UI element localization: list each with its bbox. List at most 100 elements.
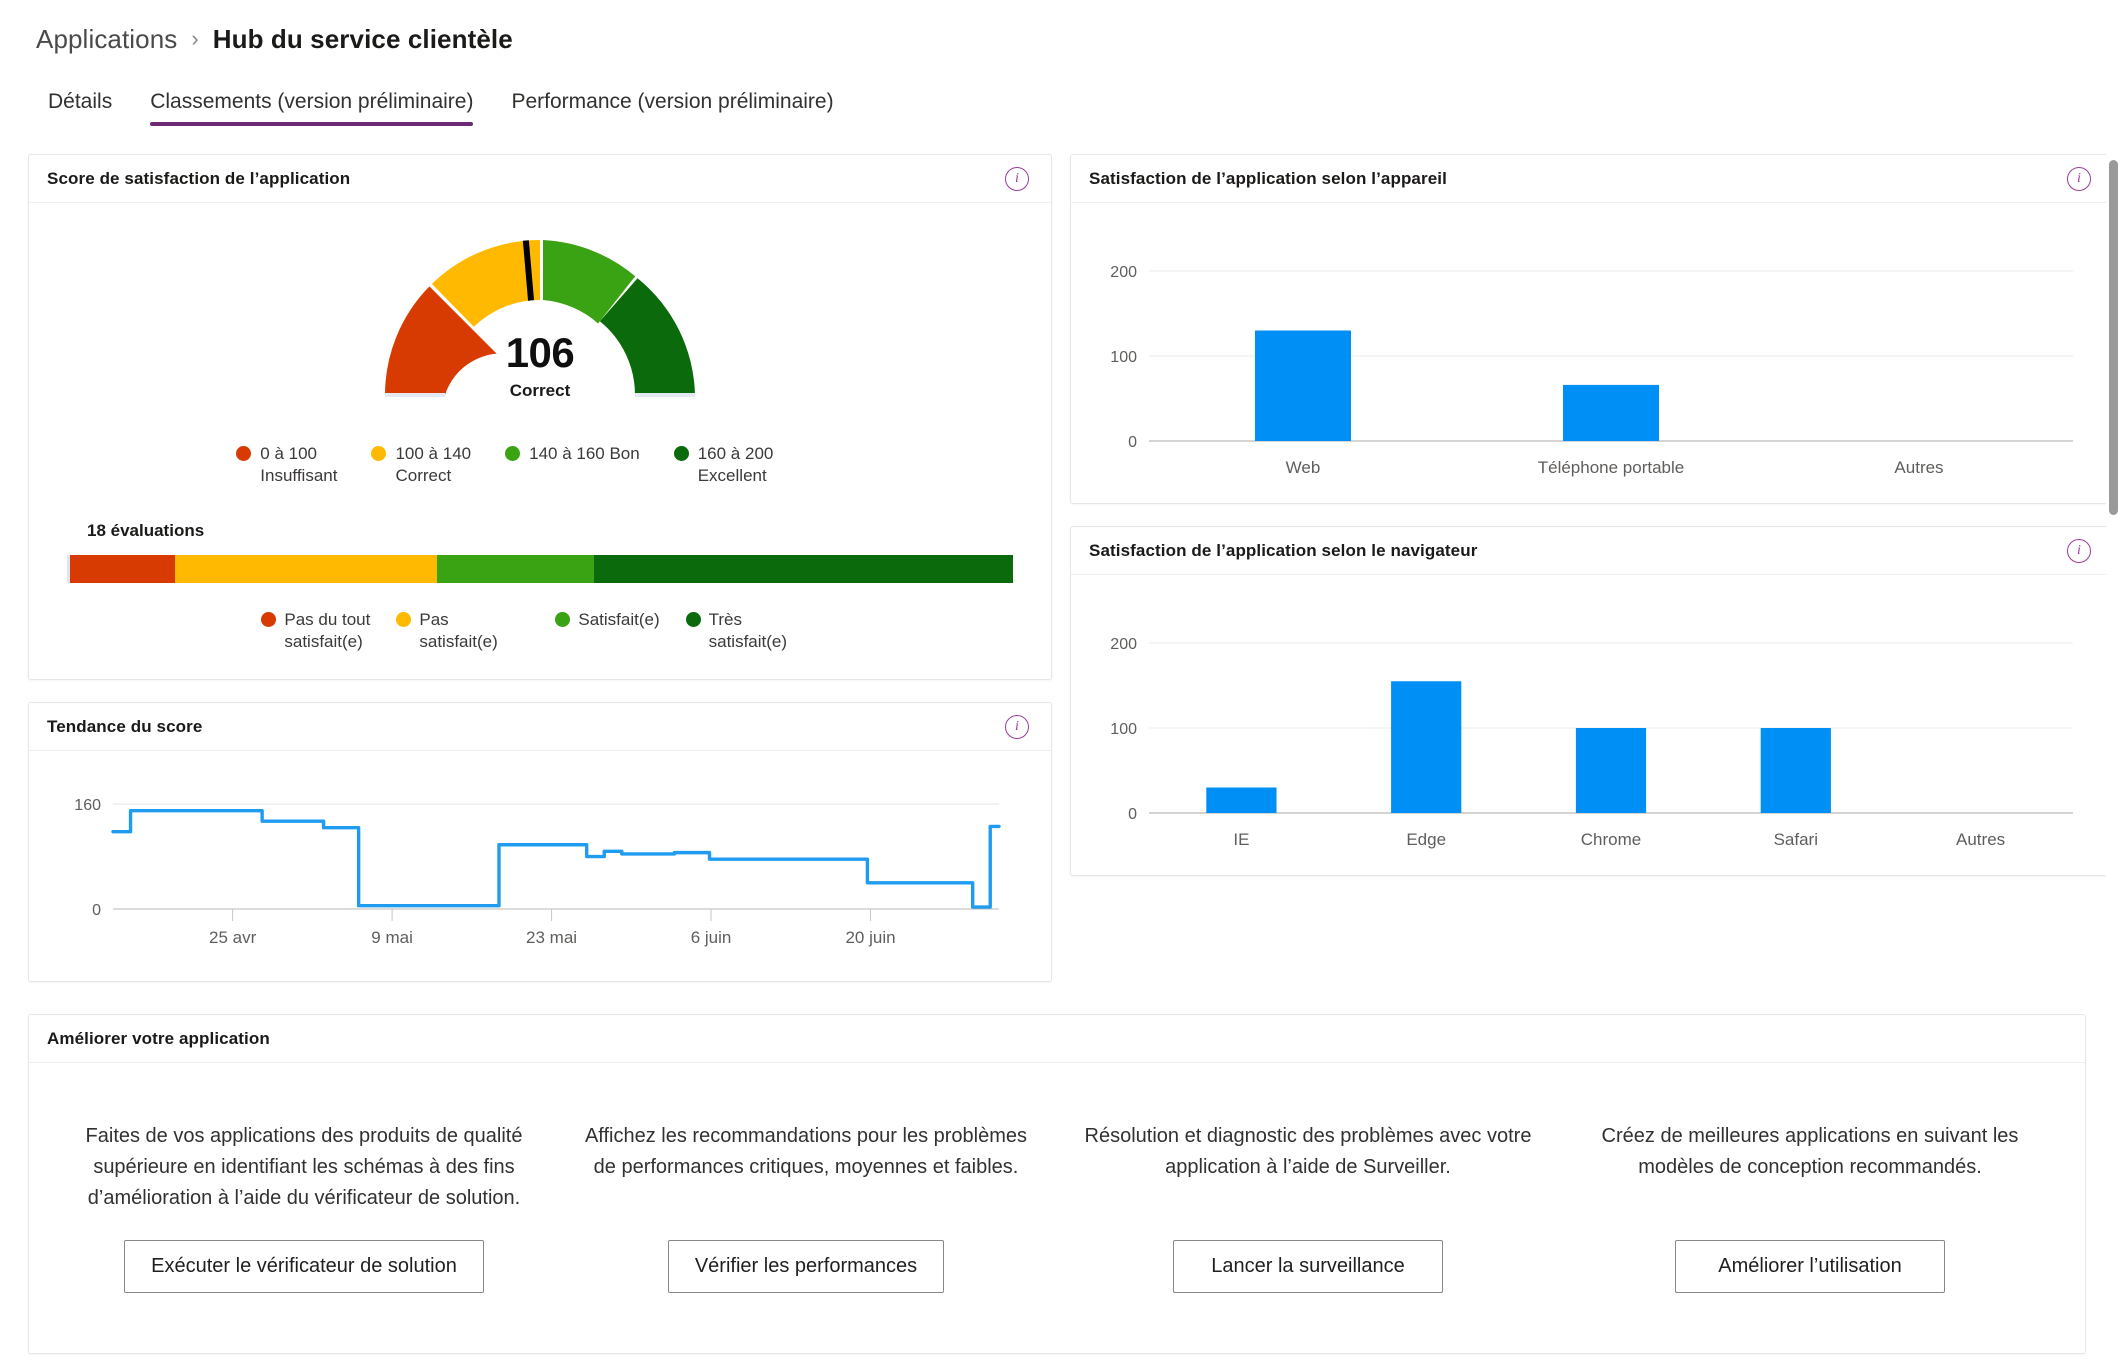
improve-description: Résolution et diagnostic des problèmes a…	[1084, 1125, 1532, 1179]
legend-line1: 100 à 140	[395, 444, 472, 463]
scrollbar-thumb[interactable]	[2109, 160, 2118, 515]
legend-dot-red	[236, 446, 252, 461]
y-axis-tick-label: 200	[1110, 264, 1137, 281]
legend-item: Pas du tout satisfait(e)	[261, 609, 370, 653]
legend-dot-darkgreen	[685, 612, 701, 628]
info-icon[interactable]: i	[1005, 166, 1029, 191]
card-title-browser-satisfaction: Satisfaction de l’application selon le n…	[1089, 540, 1478, 560]
y-axis-tick-label: 100	[1110, 349, 1137, 366]
y-axis-tick-label: 200	[1110, 636, 1137, 653]
x-axis-tick-label: Téléphone portable	[1538, 458, 1685, 477]
legend-label: 0 à 100 Insuffisant	[260, 443, 337, 487]
legend-item: 160 à 200 Excellent	[673, 443, 844, 487]
x-axis-tick-label: 23 mai	[526, 928, 577, 947]
legend-label: 140 à 160 Bon	[529, 444, 640, 463]
tab-details[interactable]: Détails	[36, 90, 124, 126]
legend-label: Pas satisfait(e)	[419, 610, 498, 652]
x-axis-tick-label: Autres	[1956, 830, 2005, 849]
page-title: Hub du service clientèle	[212, 23, 513, 54]
legend-line1: 0 à 100	[260, 444, 318, 463]
info-icon[interactable]: i	[2067, 166, 2091, 191]
x-axis-tick-label: Chrome	[1581, 830, 1641, 849]
tab-bar: Détails Classements (version préliminair…	[0, 80, 2122, 126]
legend-dot-amber	[371, 446, 387, 461]
chevron-right-icon: ›	[191, 26, 199, 51]
device-bar-chart: 0 100 200 Web Téléphone portable Autres	[1110, 264, 2073, 477]
gauge-legend: 0 à 100 Insuffisant 100 à 140 Correct 14…	[45, 443, 1035, 487]
card-score-trend: Tendance du score i 0 160 25 avr 9 mai 23 ma…	[28, 702, 1052, 983]
right-column: Satisfaction de l’application selon l’ap…	[1070, 154, 2114, 876]
device-bar[interactable]	[1563, 384, 1659, 441]
legend-dot-green	[555, 612, 571, 628]
browser-bar[interactable]	[1206, 787, 1277, 814]
card-body: Faites de vos applications des produits …	[29, 1063, 2085, 1353]
card-title-score-trend: Tendance du score	[47, 716, 203, 736]
card-body: 0 100 200 Web Téléphone portable Autres	[1071, 203, 2113, 503]
x-axis-tick-label: Autres	[1894, 458, 1943, 477]
improve-description: Faites de vos applications des produits …	[85, 1125, 523, 1210]
improve-item: Créez de meilleures applications en suiv…	[1559, 1121, 2061, 1294]
tab-classements[interactable]: Classements (version préliminaire)	[138, 90, 485, 126]
x-axis-tick-label: Edge	[1406, 830, 1446, 849]
legend-label: 160 à 200 Excellent	[697, 444, 774, 486]
card-browser-satisfaction: Satisfaction de l’application selon le n…	[1070, 526, 2114, 876]
breadcrumb: Applications › Hub du service clientèle	[0, 0, 2122, 56]
legend-line2: Correct	[395, 466, 452, 486]
browser-bar-chart: 0 100 200 IE Edge Chrome Safari Autres	[1110, 636, 2073, 849]
legend-dot-darkgreen	[673, 446, 689, 461]
legend-dot-amber	[396, 612, 412, 628]
left-column: Score de satisfaction de l’application i	[28, 154, 1052, 983]
x-axis-tick-label: 25 avr	[209, 928, 257, 947]
improve-item: Résolution et diagnostic des problèmes a…	[1057, 1121, 1559, 1294]
tab-performance[interactable]: Performance (version préliminaire)	[499, 90, 845, 126]
legend-dot-green	[505, 446, 521, 461]
card-device-satisfaction: Satisfaction de l’application selon l’ap…	[1070, 154, 2114, 504]
check-performance-button[interactable]: Vérifier les performances	[667, 1240, 945, 1294]
device-bar[interactable]	[1255, 330, 1351, 442]
eval-segment-amber	[174, 555, 437, 584]
browser-bar[interactable]	[1760, 728, 1831, 813]
x-axis-tick-label: Safari	[1774, 830, 1818, 849]
legend-label: Satisfait(e)	[578, 610, 660, 630]
x-axis-tick-label: 9 mai	[371, 928, 413, 947]
legend-item: Satisfait(e)	[555, 609, 660, 653]
eval-segment-red	[70, 555, 175, 584]
card-satisfaction-score: Score de satisfaction de l’application i	[28, 154, 1052, 681]
legend-label: Pas du tout satisfait(e)	[284, 609, 370, 653]
y-axis-tick-label: 0	[1128, 434, 1137, 451]
card-header: Satisfaction de l’application selon l’ap…	[1071, 155, 2113, 203]
legend-label: Très satisfait(e)	[708, 610, 788, 652]
legend-label: 100 à 140 Correct	[395, 443, 471, 487]
info-icon[interactable]: i	[2067, 538, 2091, 563]
card-title-satisfaction-score: Score de satisfaction de l’application	[47, 168, 351, 188]
browser-bar[interactable]	[1391, 681, 1462, 813]
dashboard-content: Score de satisfaction de l’application i	[0, 126, 2122, 1355]
improve-item: Faites de vos applications des produits …	[53, 1121, 555, 1294]
run-solution-checker-button[interactable]: Exécuter le vérificateur de solution	[124, 1240, 484, 1294]
info-icon[interactable]: i	[1005, 714, 1029, 739]
card-header: Améliorer votre application	[29, 1015, 2085, 1064]
legend-item: 140 à 160 Bon	[505, 443, 640, 487]
improve-usage-button[interactable]: Améliorer l’utilisation	[1675, 1240, 1945, 1294]
y-axis-tick-label: 0	[1128, 806, 1137, 823]
breadcrumb-parent-link[interactable]: Applications	[36, 24, 177, 55]
card-header: Tendance du score i	[29, 703, 1051, 752]
legend-item: Très satisfait(e)	[685, 609, 819, 653]
browser-bar[interactable]	[1575, 728, 1647, 813]
x-axis-tick-label: Web	[1286, 458, 1321, 477]
y-axis-tick-label: 0	[92, 902, 101, 919]
trend-line-series[interactable]	[111, 809, 1001, 910]
card-body: 0 160 25 avr 9 mai 23 mai 6 juin 20 juin	[29, 751, 1051, 981]
improve-description: Créez de meilleures applications en suiv…	[1601, 1125, 2019, 1179]
legend-line2: satisfait(e)	[284, 632, 363, 652]
improve-item: Affichez les recommandations pour les pr…	[555, 1121, 1057, 1294]
improve-description: Affichez les recommandations pour les pr…	[584, 1125, 1028, 1179]
card-title-improve: Améliorer votre application	[47, 1028, 270, 1048]
page-scrollbar[interactable]	[2106, 0, 2122, 1369]
app-page: Applications › Hub du service clientèle …	[0, 0, 2122, 1369]
eval-segment-green	[436, 555, 595, 584]
legend-item: 0 à 100 Insuffisant	[236, 443, 337, 487]
eval-segment-darkgreen	[594, 555, 1013, 584]
evaluations-stacked-bar	[67, 555, 1013, 584]
start-monitoring-button[interactable]: Lancer la surveillance	[1173, 1240, 1443, 1294]
